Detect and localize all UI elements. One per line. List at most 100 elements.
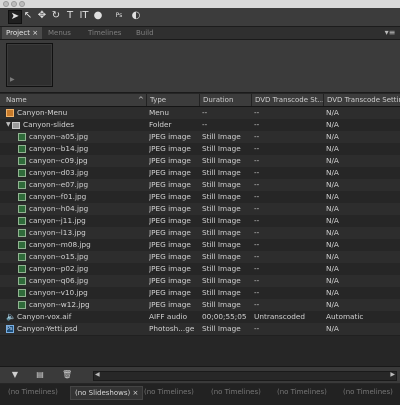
type-cell: AIFF audio bbox=[149, 312, 188, 321]
tab-project[interactable]: Project × bbox=[2, 27, 43, 39]
name-cell: canyon--m08.jpg bbox=[18, 239, 150, 251]
minimize-window-icon[interactable] bbox=[11, 1, 17, 7]
zoom-window-icon[interactable] bbox=[19, 1, 25, 7]
scroll-right-icon[interactable]: ▶ bbox=[390, 371, 395, 378]
duration-cell: Still Image bbox=[202, 132, 241, 141]
type-cell: JPEG image bbox=[149, 132, 191, 141]
transcode-status-cell: -- bbox=[254, 264, 260, 273]
transcode-status-cell: -- bbox=[254, 192, 260, 201]
text-tool-icon[interactable]: T bbox=[64, 10, 76, 22]
image-icon bbox=[18, 193, 26, 201]
close-tab-icon[interactable]: × bbox=[32, 29, 38, 37]
timeline-tab[interactable]: (no Timelines) bbox=[273, 386, 331, 398]
column-dvd-status-header[interactable]: DVD Transcode St... bbox=[251, 94, 323, 106]
column-duration-header[interactable]: Duration bbox=[199, 94, 251, 106]
name-cell: canyon--b14.jpg bbox=[18, 143, 150, 155]
type-cell: JPEG image bbox=[149, 204, 191, 213]
photoshop-edit-icon[interactable]: Ps bbox=[113, 10, 125, 22]
new-item-icon[interactable]: ▤ bbox=[35, 370, 45, 380]
item-name: Canyon-slides bbox=[23, 120, 75, 129]
name-cell: canyon--a05.jpg bbox=[18, 131, 150, 143]
image-icon bbox=[18, 289, 26, 297]
trash-icon[interactable]: 🗑 bbox=[62, 370, 72, 380]
timeline-tab[interactable]: (no Timelines) bbox=[140, 386, 198, 398]
image-icon bbox=[18, 181, 26, 189]
transcode-settings-cell: N/A bbox=[326, 156, 339, 165]
duration-cell: Still Image bbox=[202, 300, 241, 309]
panel-tabs: Project × Menus Timelines Build ▾≡ bbox=[0, 27, 400, 40]
duration-cell: Still Image bbox=[202, 276, 241, 285]
column-name-header[interactable]: Name bbox=[6, 94, 138, 106]
item-name: canyon--c09.jpg bbox=[29, 156, 88, 165]
audio-icon: 🔈 bbox=[6, 312, 16, 321]
name-cell: canyon--v10.jpg bbox=[18, 287, 150, 299]
duration-cell: Still Image bbox=[202, 156, 241, 165]
type-cell: JPEG image bbox=[149, 240, 191, 249]
table-row[interactable]: Ps Canyon-Yetti.psd Photosh...ge Still Imag… bbox=[0, 323, 400, 336]
tab-build[interactable]: Build bbox=[132, 27, 158, 39]
item-name: canyon--j11.jpg bbox=[29, 216, 86, 225]
name-cell: canyon--l13.jpg bbox=[18, 227, 150, 239]
vertical-text-tool-icon[interactable]: IT bbox=[78, 10, 90, 22]
column-dvd-settings-header[interactable]: DVD Transcode Settin bbox=[323, 94, 400, 106]
filter-icon[interactable]: ▼ bbox=[10, 370, 20, 380]
transcode-status-cell: -- bbox=[254, 156, 260, 165]
tab-menus[interactable]: Menus bbox=[44, 27, 75, 39]
duration-cell: Still Image bbox=[202, 252, 241, 261]
item-name: Canyon-vox.aif bbox=[17, 312, 72, 321]
zoom-tool-icon[interactable]: ● bbox=[92, 10, 104, 22]
transcode-status-cell: -- bbox=[254, 132, 260, 141]
duration-cell: Still Image bbox=[202, 324, 241, 333]
type-cell: JPEG image bbox=[149, 300, 191, 309]
type-cell: Menu bbox=[149, 108, 170, 117]
transcode-settings-cell: Automatic bbox=[326, 312, 364, 321]
selection-tool-icon[interactable]: ➤ bbox=[8, 10, 22, 24]
transcode-status-cell: -- bbox=[254, 252, 260, 261]
close-window-icon[interactable] bbox=[3, 1, 9, 7]
duration-cell: Still Image bbox=[202, 228, 241, 237]
transcode-status-cell: -- bbox=[254, 204, 260, 213]
transcode-settings-cell: N/A bbox=[326, 144, 339, 153]
timeline-tab[interactable]: (no Timelines) bbox=[4, 386, 62, 398]
item-name: Canyon-Menu bbox=[17, 108, 68, 117]
transcode-status-cell: -- bbox=[254, 108, 260, 117]
image-icon bbox=[18, 253, 26, 261]
name-cell: canyon--e07.jpg bbox=[18, 179, 150, 191]
move-tool-icon[interactable]: ✥ bbox=[36, 10, 48, 22]
scroll-left-icon[interactable]: ◀ bbox=[95, 371, 100, 378]
direct-select-tool-icon[interactable]: ↖ bbox=[22, 10, 34, 22]
type-cell: JPEG image bbox=[149, 288, 191, 297]
rotate-tool-icon[interactable]: ↻ bbox=[50, 10, 62, 22]
type-cell: JPEG image bbox=[149, 264, 191, 273]
slideshow-tab[interactable]: (no Slideshows) × bbox=[70, 386, 144, 400]
type-cell: JPEG image bbox=[149, 144, 191, 153]
close-tab-icon[interactable]: × bbox=[132, 389, 138, 397]
image-icon bbox=[18, 301, 26, 309]
transcode-status-cell: -- bbox=[254, 324, 260, 333]
horizontal-scrollbar[interactable]: ◀ ▶ bbox=[93, 371, 397, 381]
preview-icon[interactable]: ◐ bbox=[130, 10, 142, 22]
item-name: canyon--e07.jpg bbox=[29, 180, 89, 189]
image-icon bbox=[18, 241, 26, 249]
preview-thumbnail[interactable]: ▶ bbox=[6, 43, 53, 87]
column-type-header[interactable]: Type bbox=[146, 94, 199, 106]
tools-toolbar: ➤ ↖ ✥ ↻ T IT ● Ps ◐ bbox=[0, 8, 400, 27]
tab-timelines[interactable]: Timelines bbox=[84, 27, 125, 39]
timeline-tab[interactable]: (no Timelines) bbox=[207, 386, 265, 398]
item-name: canyon--a05.jpg bbox=[29, 132, 89, 141]
timeline-tab[interactable]: (no Timelines) bbox=[339, 386, 397, 398]
name-cell: canyon--c09.jpg bbox=[18, 155, 150, 167]
duration-cell: Still Image bbox=[202, 264, 241, 273]
play-icon[interactable]: ▶ bbox=[10, 76, 15, 83]
sort-ascending-icon[interactable]: ^ bbox=[138, 94, 146, 106]
item-name: canyon--o15.jpg bbox=[29, 252, 89, 261]
panel-menu-icon[interactable]: ▾≡ bbox=[384, 28, 396, 37]
name-cell: canyon--q06.jpg bbox=[18, 275, 150, 287]
duration-cell: Still Image bbox=[202, 216, 241, 225]
timeline-tabs: (no Timelines) (no Slideshows) × (no Tim… bbox=[0, 384, 400, 405]
name-cell: Canyon-Menu bbox=[6, 107, 138, 119]
item-name: Canyon-Yetti.psd bbox=[17, 324, 78, 333]
image-icon bbox=[18, 157, 26, 165]
type-cell: JPEG image bbox=[149, 228, 191, 237]
duration-cell: Still Image bbox=[202, 204, 241, 213]
